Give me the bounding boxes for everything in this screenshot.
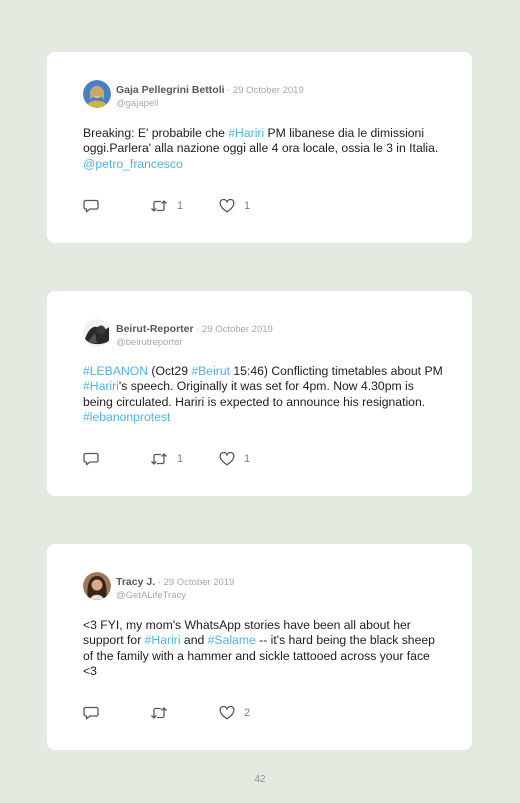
hashtag-link[interactable]: #LEBANON — [83, 364, 148, 378]
retweet-count: 1 — [177, 453, 184, 465]
tweet-text-segment: and — [180, 633, 208, 648]
author-handle[interactable]: @beirutreporter — [116, 336, 273, 349]
heart-icon — [219, 199, 235, 213]
tweet-text-segment: 15:46) Conflicting timetables about PM — [230, 364, 443, 378]
like-count: 2 — [244, 707, 251, 719]
like-button[interactable]: 1 — [219, 198, 250, 214]
tweet-actions: 1 1 — [83, 451, 303, 467]
tweet-text-segment: 's speech. Originally it was set for 4pm… — [83, 379, 426, 409]
heart-icon — [219, 452, 235, 466]
tweet-date: · 29 October 2019 — [155, 577, 235, 588]
tweet-date: · 29 October 2019 — [193, 324, 273, 335]
author-handle[interactable]: @GetALifeTracy — [116, 589, 234, 602]
reply-icon — [83, 199, 99, 213]
retweet-icon — [150, 199, 168, 213]
tweet-date: · 29 October 2019 — [224, 85, 304, 96]
hashtag-link[interactable]: #Salame — [208, 633, 256, 647]
avatar[interactable] — [83, 319, 111, 347]
reply-button[interactable] — [83, 451, 99, 467]
author-handle[interactable]: @gajapell — [116, 97, 304, 110]
like-count: 1 — [244, 200, 251, 212]
retweet-button[interactable]: 1 — [150, 451, 183, 467]
hashtag-link[interactable]: #Hariri — [145, 633, 181, 647]
reply-icon — [83, 706, 99, 720]
hashtag-link[interactable]: #lebanonprotest — [83, 410, 170, 424]
tweet-actions: 2 — [83, 705, 303, 721]
tweet-text-segment: (Oct29 — [148, 364, 192, 378]
avatar[interactable] — [83, 80, 111, 108]
like-button[interactable]: 2 — [219, 705, 250, 721]
hashtag-link[interactable]: #Hariri — [83, 379, 119, 393]
tweet-card: Beirut-Reporter · 29 October 2019 @beiru… — [47, 291, 472, 496]
hashtag-link[interactable]: #Hariri — [228, 126, 264, 140]
retweet-icon — [150, 452, 168, 466]
reply-icon — [83, 452, 99, 466]
tweet-text-segment: Breaking: E' probabile che — [83, 126, 229, 140]
retweet-button[interactable]: 1 — [150, 198, 183, 214]
reply-button[interactable] — [83, 705, 99, 721]
tweet-text: #LEBANON (Oct29 #Beirut 15:46) Conflicti… — [83, 364, 443, 425]
tweet-text: Breaking: E' probabile che #Hariri PM li… — [83, 126, 443, 172]
like-count: 1 — [244, 453, 251, 465]
avatar[interactable] — [83, 572, 111, 600]
heart-icon — [219, 706, 235, 720]
retweet-icon — [150, 706, 168, 720]
tweet-header: Gaja Pellegrini Bettoli · 29 October 201… — [116, 82, 304, 110]
author-name[interactable]: Gaja Pellegrini Bettoli — [116, 84, 225, 96]
page-number: 42 — [254, 774, 266, 785]
tweet-card: Gaja Pellegrini Bettoli · 29 October 201… — [47, 52, 472, 243]
tweet-actions: 1 1 — [83, 198, 303, 214]
retweet-button[interactable] — [150, 705, 177, 721]
reply-button[interactable] — [83, 198, 99, 214]
tweet-text: <3 FYI, my mom's WhatsApp stories have b… — [83, 618, 443, 679]
retweet-count: 1 — [177, 200, 184, 212]
tweet-card: Tracy J. · 29 October 2019 @GetALifeTrac… — [47, 544, 472, 750]
tweet-header: Beirut-Reporter · 29 October 2019 @beiru… — [116, 321, 273, 349]
mention-link[interactable]: @petro_francesco — [83, 157, 183, 171]
author-name[interactable]: Beirut-Reporter — [116, 323, 194, 335]
like-button[interactable]: 1 — [219, 451, 250, 467]
tweet-header: Tracy J. · 29 October 2019 @GetALifeTrac… — [116, 574, 234, 602]
author-name[interactable]: Tracy J. — [116, 576, 155, 588]
hashtag-link[interactable]: #Beirut — [191, 364, 230, 378]
